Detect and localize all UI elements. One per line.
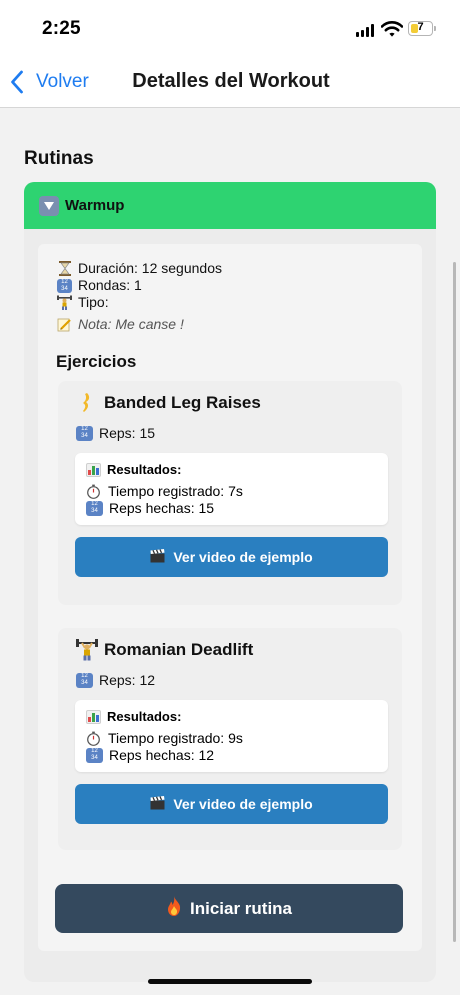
results-title: Resultados: <box>107 709 182 724</box>
start-routine-button[interactable]: Iniciar rutina <box>55 884 403 933</box>
navigation-bar: Volver Detalles del Workout <box>0 56 460 108</box>
results-title: Resultados: <box>107 462 182 477</box>
results-box: Resultados: Tiempo registrado: 7s 12 34 R… <box>75 453 388 525</box>
numbers-icon: 12 34 <box>86 747 103 763</box>
reps-done: Reps hechas: 12 <box>109 747 215 763</box>
routine-details: Duración: 12 segundos 12 34 Rondas: 1 Tip… <box>38 244 422 951</box>
section-title: Rutinas <box>24 148 94 169</box>
hourglass-icon <box>56 261 73 276</box>
page-title: Detalles del Workout <box>132 70 330 92</box>
type-text: Tipo: <box>78 294 109 310</box>
bar-chart-icon <box>86 709 101 724</box>
memo-icon <box>56 317 73 332</box>
exercise-name: Banded Leg Raises <box>104 393 261 412</box>
battery-icon: 7 <box>408 21 433 36</box>
clapper-board-icon <box>150 548 165 566</box>
scrollbar[interactable] <box>453 262 456 942</box>
wifi-icon <box>381 21 403 37</box>
watch-video-button[interactable]: Ver video de ejemplo <box>75 784 388 824</box>
exercise-reps: Reps: 15 <box>99 425 156 441</box>
rounds-text: Rondas: 1 <box>78 277 142 293</box>
cellular-signal-icon <box>356 24 376 37</box>
numbers-icon: 12 34 <box>86 500 103 516</box>
exercises-title: Ejercicios <box>56 352 137 371</box>
video-button-label: Ver video de ejemplo <box>173 796 313 812</box>
numbers-icon: 12 34 <box>76 425 93 441</box>
note-text: Nota: Me canse ! <box>78 316 184 332</box>
routine-header[interactable]: Warmup <box>24 182 436 229</box>
weightlifter-icon <box>56 295 73 310</box>
numbers-icon: 12 34 <box>56 278 73 293</box>
battery-tip <box>434 26 436 31</box>
stopwatch-icon <box>86 731 103 746</box>
exercise-reps: Reps: 12 <box>99 672 156 688</box>
exercise-card: Banded Leg Raises 12 34 Reps: 15 Resultad… <box>58 381 402 605</box>
clapper-board-icon <box>150 795 165 813</box>
leg-icon <box>76 392 98 414</box>
home-indicator[interactable] <box>148 979 312 984</box>
start-button-label: Iniciar rutina <box>189 898 293 918</box>
time-recorded: Tiempo registrado: 9s <box>108 730 243 746</box>
status-time: 2:25 <box>42 18 81 39</box>
routine-info: Duración: 12 segundos 12 34 Rondas: 1 Tip… <box>56 260 222 333</box>
reps-done: Reps hechas: 15 <box>109 500 215 516</box>
battery-level: 7 <box>417 21 424 33</box>
numbers-icon: 12 34 <box>76 672 93 688</box>
collapse-toggle-icon <box>39 195 59 216</box>
fire-icon <box>166 896 182 921</box>
routine-name: Warmup <box>65 197 125 214</box>
video-button-label: Ver video de ejemplo <box>173 549 313 565</box>
routine-card: Warmup Duración: 12 segundos 12 34 Rondas… <box>24 182 436 982</box>
weightlifter-icon <box>76 639 98 661</box>
status-bar: 2:25 7 <box>0 0 460 56</box>
exercise-card: Romanian Deadlift 12 34 Reps: 12 Resultad… <box>58 628 402 850</box>
stopwatch-icon <box>86 484 103 499</box>
bar-chart-icon <box>86 462 101 477</box>
duration-text: Duración: 12 segundos <box>78 260 222 276</box>
time-recorded: Tiempo registrado: 7s <box>108 483 243 499</box>
watch-video-button[interactable]: Ver video de ejemplo <box>75 537 388 577</box>
results-box: Resultados: Tiempo registrado: 9s 12 34 R… <box>75 700 388 772</box>
exercise-name: Romanian Deadlift <box>104 640 254 659</box>
